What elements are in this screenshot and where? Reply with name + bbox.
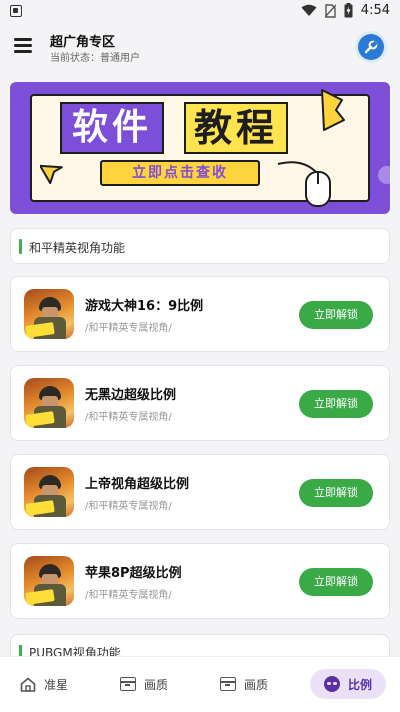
tab-label: 画质 [244,677,269,692]
tab-label: 画质 [144,677,169,692]
flag-icon [321,89,345,131]
game-icon [24,556,74,606]
banner-claim-button[interactable]: 立即点击查收 [100,160,260,186]
section-accent-bar [19,239,22,254]
game-option-subtitle: /和平精英专属视角/ [85,323,172,334]
menu-icon[interactable] [14,38,32,53]
unlock-button[interactable]: 立即解锁 [299,390,373,418]
section-title: 和平精英视角功能 [29,241,126,255]
bottom-tab-bar: 准星 画质 画质 比例 [0,656,400,712]
home-icon [20,677,36,692]
box-icon [120,677,136,691]
game-option-name: 无黑边超级比例 [85,388,177,403]
game-option-subtitle: /和平精英专属视角/ [85,590,172,601]
banner-text-software: 软件 [60,102,165,154]
game-option-name: 苹果8P超级比例 [85,566,182,581]
no-sim-icon [324,3,336,18]
wrench-icon [364,40,378,54]
unlock-button[interactable]: 立即解锁 [299,301,373,329]
box-icon [220,677,236,691]
tab-quality-1[interactable]: 画质 [120,669,168,699]
game-icon [24,378,74,428]
status-icons: 4:54 [301,3,390,18]
status-time: 4:54 [360,3,390,18]
tab-ratio[interactable]: 比例 [310,669,387,699]
wifi-icon [301,4,317,16]
page-title: 超广角专区 [50,35,116,50]
status-bar: 4:54 [0,0,400,24]
unlock-button[interactable]: 立即解锁 [299,479,373,507]
settings-wrench-button[interactable] [358,34,384,60]
cursor-arrow-icon [40,164,63,184]
tab-crosshair[interactable]: 准星 [20,669,68,699]
app-notification-icon [10,5,22,17]
game-option-subtitle: /和平精英专属视角/ [85,501,172,512]
tab-label: 比例 [348,677,373,692]
section-header-peace-elite: 和平精英视角功能 [10,228,390,264]
mouse-icon [277,161,331,207]
alien-icon [324,676,340,692]
banner-card: 软件 教程 立即点击查收 [30,89,370,207]
game-card: 苹果8P超级比例 /和平精英专属视角/ 立即解锁 [10,543,390,619]
game-icon [24,467,74,517]
game-card: 游戏大神16：9比例 /和平精英专属视角/ 立即解锁 [10,276,390,352]
game-icon [24,289,74,339]
game-card: 上帝视角超级比例 /和平精英专属视角/ 立即解锁 [10,454,390,530]
game-option-name: 上帝视角超级比例 [85,477,190,492]
tab-label: 准星 [44,677,69,692]
game-card: 无黑边超级比例 /和平精英专属视角/ 立即解锁 [10,365,390,441]
game-option-subtitle: /和平精英专属视角/ [85,412,172,423]
banner-indicator [378,166,390,184]
game-option-name: 游戏大神16：9比例 [85,299,204,314]
battery-charging-icon [344,3,353,18]
user-status: 当前状态：普通用户 [50,53,140,64]
unlock-button[interactable]: 立即解锁 [299,568,373,596]
app-bar: 超广角专区 当前状态：普通用户 [0,24,400,72]
tutorial-banner[interactable]: 软件 教程 立即点击查收 [10,82,390,214]
banner-text-tutorial: 教程 [184,102,289,154]
tab-quality-2[interactable]: 画质 [220,669,268,699]
